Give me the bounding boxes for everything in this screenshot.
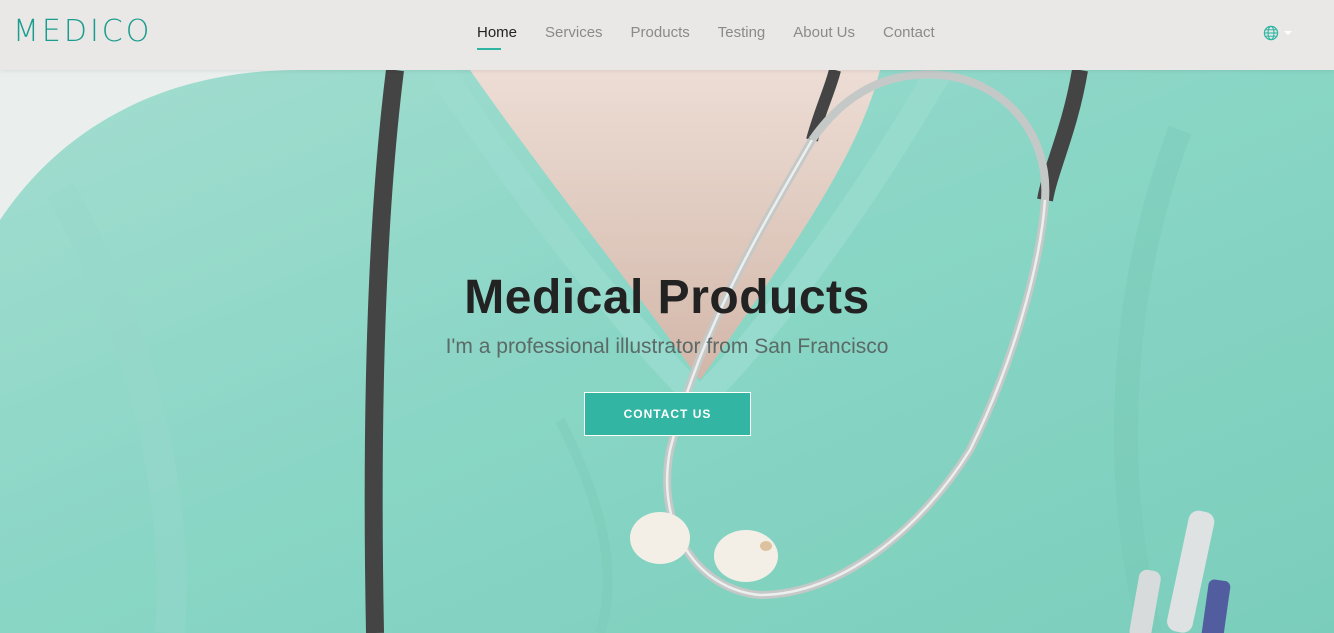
nav-item-products[interactable]: Products <box>631 0 690 70</box>
nav-item-about-us[interactable]: About Us <box>793 0 855 70</box>
nav-item-contact[interactable]: Contact <box>883 0 935 70</box>
nav-item-home[interactable]: Home <box>477 0 517 70</box>
hero-subtitle: I'm a professional illustrator from San … <box>445 335 889 358</box>
contact-us-button[interactable]: CONTACT US <box>584 392 751 436</box>
site-header: MEDICO Home Services Products Testing Ab… <box>0 0 1334 70</box>
main-nav: Home Services Products Testing About Us … <box>477 0 963 70</box>
nav-item-testing[interactable]: Testing <box>718 0 766 70</box>
globe-icon <box>1263 25 1279 41</box>
site-logo[interactable]: MEDICO <box>13 14 152 49</box>
nav-item-services[interactable]: Services <box>545 0 603 70</box>
language-selector[interactable] <box>1263 25 1292 41</box>
hero-title: Medical Products <box>464 271 870 324</box>
hero-section: Medical Products I'm a professional illu… <box>0 70 1334 633</box>
chevron-down-icon <box>1284 31 1292 35</box>
